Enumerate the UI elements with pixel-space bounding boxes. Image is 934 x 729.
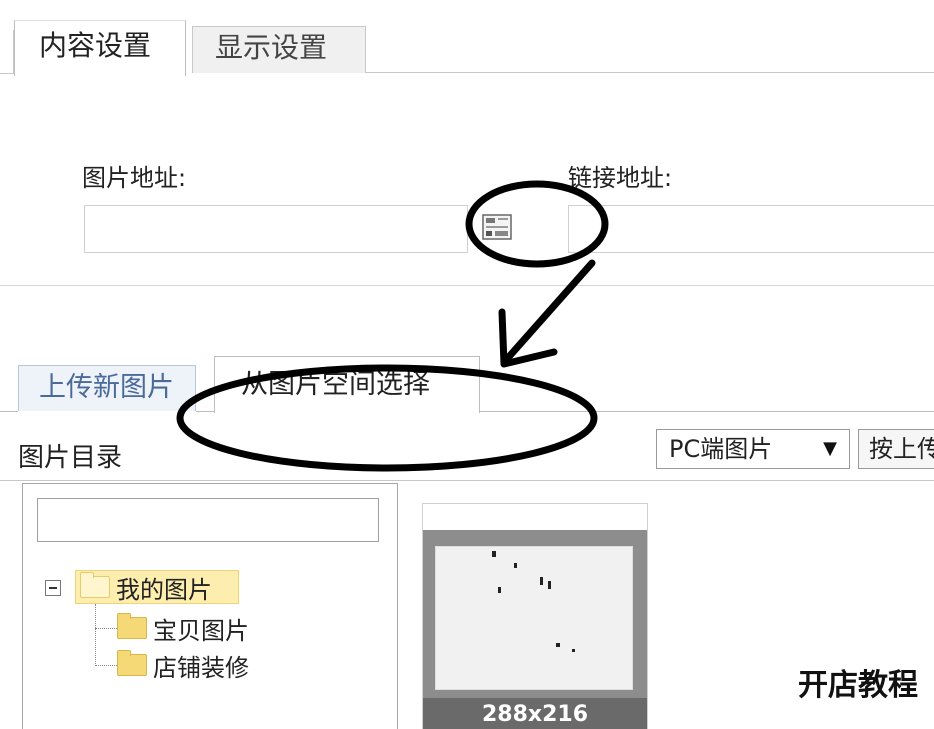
- settings-tab-bar: 内容设置 显示设置: [0, 0, 934, 76]
- toolbar-divider: [0, 480, 934, 481]
- tree-connector: [95, 604, 96, 666]
- tree-item-label: 我的图片: [116, 575, 212, 604]
- tab-line-gap: [196, 411, 214, 412]
- folder-icon: [117, 650, 147, 676]
- photo-mark: [548, 581, 551, 589]
- folder-search-input[interactable]: [37, 498, 379, 542]
- image-thumbnail[interactable]: 288x216: [422, 503, 648, 729]
- section-divider: [0, 285, 934, 286]
- tree-item-product-images[interactable]: 宝贝图片: [117, 611, 249, 645]
- image-url-input[interactable]: [84, 205, 468, 253]
- annotation-arrow-head: [498, 308, 558, 368]
- sort-by-upload-button[interactable]: 按上传: [858, 429, 934, 469]
- image-directory-title: 图片目录: [18, 443, 123, 473]
- thumbnail-photo: [423, 530, 647, 698]
- folder-icon: [80, 572, 110, 598]
- tab-choose-from-image-space[interactable]: 从图片空间选择: [214, 356, 480, 413]
- tree-item-my-images[interactable]: 我的图片: [75, 570, 239, 604]
- tab-display-settings[interactable]: 显示设置: [192, 26, 366, 73]
- tree-connector: [95, 628, 117, 629]
- image-source-value: PC端图片: [669, 435, 773, 463]
- folder-icon: [117, 613, 147, 639]
- tab-bar-edge: [0, 30, 14, 74]
- image-source-select[interactable]: PC端图片 ▼: [656, 429, 850, 469]
- tree-item-store-decoration[interactable]: 店铺装修: [117, 648, 249, 682]
- thumbnail-size-caption: 288x216: [423, 698, 647, 729]
- image-url-label: 图片地址:: [82, 164, 187, 192]
- photo-mark: [540, 577, 543, 585]
- triangle-down-icon: ▼: [823, 438, 837, 459]
- tree-connector: [95, 665, 117, 666]
- tab-line-right: [480, 411, 934, 412]
- photo-mark: [514, 563, 517, 568]
- photo-mark: [498, 587, 501, 593]
- photo-mark: [492, 551, 496, 557]
- tab-bar-baseline: [365, 72, 934, 73]
- link-url-label: 链接地址:: [568, 164, 673, 192]
- tab-line-left: [0, 411, 18, 412]
- photo-mark: [572, 649, 575, 652]
- tab-upload-new-image[interactable]: 上传新图片: [18, 365, 196, 411]
- image-picker-icon[interactable]: [482, 214, 512, 240]
- folder-tree-panel: 我的图片 宝贝图片 店铺装修: [22, 483, 398, 729]
- tree-item-label: 店铺装修: [153, 653, 249, 682]
- link-url-input[interactable]: [568, 205, 934, 253]
- tree-item-label: 宝贝图片: [153, 616, 249, 645]
- thumbnail-paper: [435, 546, 633, 690]
- tab-content-settings[interactable]: 内容设置: [14, 20, 186, 76]
- photo-mark: [556, 643, 560, 647]
- minus-box-icon[interactable]: [45, 580, 61, 596]
- watermark-text: 开店教程: [798, 668, 918, 703]
- annotation-arrow-shaft: [502, 259, 596, 364]
